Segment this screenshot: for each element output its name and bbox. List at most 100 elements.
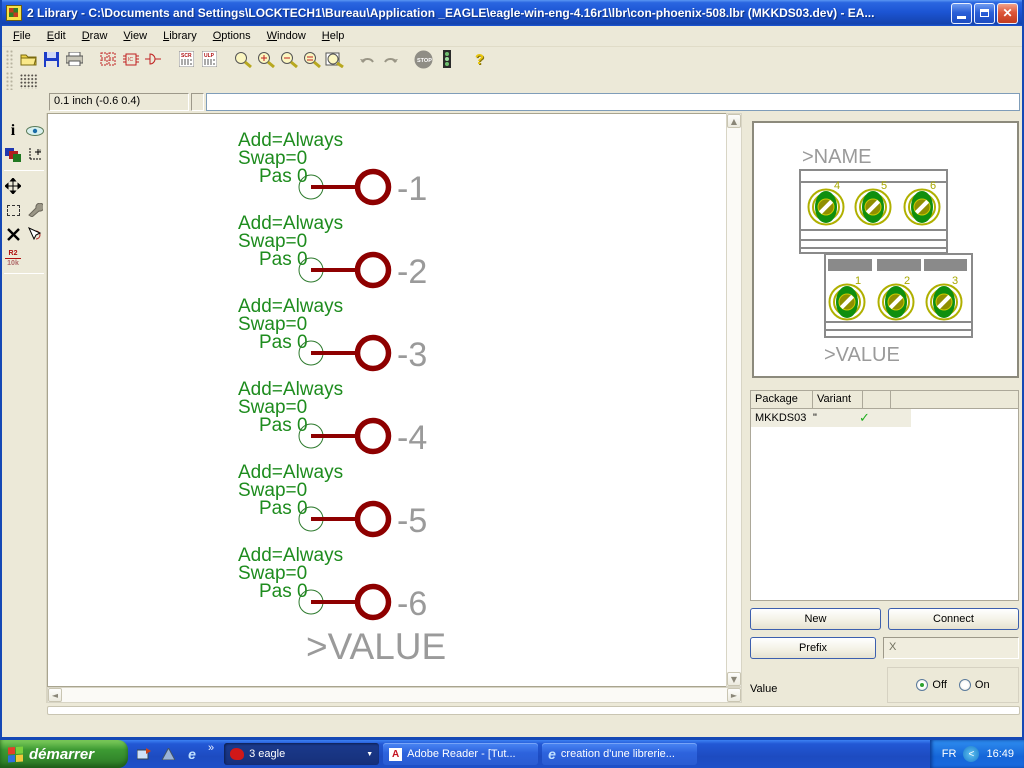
- ulp-icon[interactable]: ULP: [198, 49, 221, 70]
- scroll-right-button[interactable]: ►: [727, 688, 741, 702]
- system-tray: FR < 16:49: [930, 740, 1024, 768]
- name-value-icon: R2 10k: [5, 250, 21, 267]
- palette-separator: [4, 170, 44, 171]
- restore-icon: [980, 9, 989, 17]
- vertical-scrollbar[interactable]: ▲ ▼: [726, 113, 742, 687]
- windows-logo-icon: [8, 746, 23, 762]
- task-group-dropdown-icon[interactable]: ▼: [366, 751, 373, 758]
- window-title: 2 Library - C:\Documents and Settings\LO…: [27, 6, 951, 20]
- show-desktop-icon[interactable]: [136, 746, 152, 762]
- horizontal-scrollbar[interactable]: ◄ ►: [47, 687, 742, 703]
- wrench-icon: [27, 203, 43, 217]
- ie-icon[interactable]: e: [184, 746, 200, 762]
- add-tool[interactable]: [24, 222, 46, 246]
- header-package: Package: [751, 391, 813, 408]
- palette-separator: [4, 273, 44, 274]
- radio-on[interactable]: [959, 679, 971, 691]
- svg-text:5: 5: [881, 180, 887, 192]
- zoom-in-icon[interactable]: [254, 49, 277, 70]
- script-icon[interactable]: SCR: [175, 49, 198, 70]
- close-icon: ✕: [1002, 6, 1012, 20]
- redo-icon[interactable]: [379, 49, 402, 70]
- device-editor-canvas[interactable]: Add=Always Swap=0 Pas 0 -1 Add=Always Sw…: [47, 113, 726, 687]
- show-tool[interactable]: [24, 119, 46, 143]
- pin-5[interactable]: Add=Always Swap=0 Pas 0 -5: [238, 462, 427, 540]
- prefix-button[interactable]: Prefix: [750, 637, 876, 659]
- pin-4[interactable]: Add=Always Swap=0 Pas 0 -4: [238, 379, 427, 457]
- value-placeholder-text: >VALUE: [306, 626, 446, 667]
- minimize-button[interactable]: [951, 3, 972, 24]
- package-icon[interactable]: IC: [119, 49, 142, 70]
- group-icon: [7, 205, 20, 216]
- menu-window[interactable]: Window: [260, 28, 313, 44]
- zoom-select-icon[interactable]: [300, 49, 323, 70]
- use-library-icon[interactable]: [96, 49, 119, 70]
- menu-help[interactable]: Help: [315, 28, 352, 44]
- command-input[interactable]: [206, 93, 1020, 111]
- value-on-option[interactable]: On: [959, 679, 990, 691]
- zoom-out-icon[interactable]: [277, 49, 300, 70]
- pin-1[interactable]: Add=Always Swap=0 Pas 0 -1: [238, 130, 427, 208]
- pin-3[interactable]: Add=Always Swap=0 Pas 0 -3: [238, 296, 427, 374]
- print-icon[interactable]: [63, 49, 86, 70]
- radio-off[interactable]: [916, 679, 928, 691]
- parameter-separator: [191, 93, 204, 111]
- media-player-icon[interactable]: [160, 746, 176, 762]
- display-tool[interactable]: [2, 143, 24, 167]
- grid-icon[interactable]: [17, 71, 40, 92]
- svg-text:-4: -4: [397, 419, 427, 457]
- name-value-tool[interactable]: R2 10k: [2, 246, 24, 270]
- move-tool[interactable]: [2, 174, 24, 198]
- pin-2[interactable]: Add=Always Swap=0 Pas 0 -2: [238, 213, 427, 291]
- close-button[interactable]: ✕: [997, 3, 1018, 24]
- menu-draw[interactable]: Draw: [75, 28, 115, 44]
- toolbar2-drag-handle[interactable]: [6, 72, 13, 90]
- prefix-value-field[interactable]: X: [883, 637, 1019, 659]
- menu-file[interactable]: File: [6, 28, 38, 44]
- change-tool[interactable]: [24, 198, 46, 222]
- eagle-icon: [230, 748, 244, 760]
- task-adobe-reader[interactable]: A Adobe Reader - [Tut...: [383, 743, 538, 765]
- new-button[interactable]: New: [750, 608, 881, 630]
- svg-text:Pas 0: Pas 0: [259, 498, 308, 519]
- group-tool[interactable]: [2, 198, 24, 222]
- svg-text:6: 6: [930, 180, 936, 192]
- menu-edit[interactable]: Edit: [40, 28, 73, 44]
- zoom-redraw-icon[interactable]: [323, 49, 346, 70]
- save-icon[interactable]: [40, 49, 63, 70]
- svg-text:STOP: STOP: [417, 58, 432, 64]
- eye-icon: [26, 126, 44, 136]
- svg-text:-3: -3: [397, 336, 427, 374]
- help-icon[interactable]: ?: [468, 49, 491, 70]
- svg-text:-6: -6: [397, 585, 427, 623]
- menu-library[interactable]: Library: [156, 28, 204, 44]
- quick-launch-overflow-icon[interactable]: »: [208, 740, 214, 754]
- delete-tool[interactable]: [2, 222, 24, 246]
- open-icon[interactable]: [17, 49, 40, 70]
- package-row-mkkds03[interactable]: MKKDS03 " ✓: [751, 409, 911, 427]
- scroll-down-button[interactable]: ▼: [727, 672, 741, 686]
- restore-button[interactable]: [974, 3, 995, 24]
- task-creation-librerie[interactable]: e creation d'une librerie...: [542, 743, 697, 765]
- language-bar-icon[interactable]: <: [963, 746, 979, 762]
- mark-tool[interactable]: 0: [24, 143, 46, 167]
- start-button[interactable]: démarrer: [0, 740, 128, 768]
- menu-view[interactable]: View: [116, 28, 154, 44]
- svg-text:4: 4: [834, 180, 840, 192]
- connect-button[interactable]: Connect: [888, 608, 1019, 630]
- zoom-fit-icon[interactable]: [231, 49, 254, 70]
- stop-icon[interactable]: STOP: [412, 49, 435, 70]
- undo-icon[interactable]: [356, 49, 379, 70]
- scroll-left-button[interactable]: ◄: [48, 688, 62, 702]
- language-indicator[interactable]: FR: [942, 748, 957, 760]
- info-tool[interactable]: i: [2, 119, 24, 143]
- toolbar-drag-handle[interactable]: [6, 50, 13, 68]
- scroll-up-button[interactable]: ▲: [727, 114, 741, 128]
- task-eagle-group[interactable]: 3 eagle ▼: [224, 743, 379, 765]
- value-off-option[interactable]: Off: [916, 679, 946, 691]
- traffic-light-icon[interactable]: [435, 49, 458, 70]
- info-icon: i: [11, 122, 15, 140]
- menu-options[interactable]: Options: [206, 28, 258, 44]
- pin-6[interactable]: Add=Always Swap=0 Pas 0 -6: [238, 545, 427, 623]
- gate-icon[interactable]: [142, 49, 165, 70]
